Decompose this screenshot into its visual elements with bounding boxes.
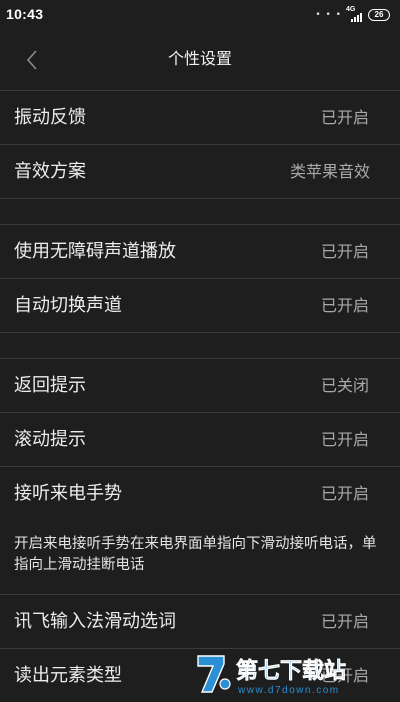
battery-icon: 26 [368, 9, 390, 21]
battery-level: 26 [374, 10, 384, 19]
setting-value: 类苹果音效 [289, 162, 370, 181]
status-time: 10:43 [6, 6, 44, 22]
setting-value: 已开启 [320, 242, 369, 261]
back-button[interactable] [16, 42, 52, 78]
setting-label: 自动切换声道 [14, 295, 122, 316]
gesture-description: 开启来电接听手势在来电界面单指向下滑动接听电话，单指向上滑动挂断电话 [14, 536, 377, 573]
setting-label: 使用无障碍声道播放 [14, 241, 176, 262]
chevron-left-icon [26, 50, 37, 70]
page-title: 个性设置 [167, 49, 232, 68]
setting-value: 已关闭 [320, 376, 369, 395]
setting-label: 滚动提示 [14, 429, 86, 450]
setting-auto-switch-channel[interactable]: 自动切换声道 已开启 [0, 278, 400, 332]
setting-value: 已开启 [320, 108, 369, 127]
setting-ime-swipe-select[interactable]: 讯飞输入法滑动选词 已开启 [0, 594, 400, 648]
setting-sound-scheme[interactable]: 音效方案 类苹果音效 [0, 144, 400, 198]
setting-label: 音效方案 [14, 161, 86, 182]
section-divider [0, 332, 400, 358]
setting-value: 已开启 [320, 612, 369, 631]
setting-label: 振动反馈 [14, 107, 86, 128]
setting-value: 已开启 [320, 484, 369, 503]
status-indicators: • • • 4G 26 [315, 6, 390, 22]
setting-label: 接听来电手势 [14, 483, 122, 504]
setting-value: 已开启 [320, 296, 369, 315]
network-type: 4G [346, 6, 356, 13]
status-bar: 10:43 • • • 4G 26 [0, 0, 400, 30]
setting-label: 返回提示 [14, 375, 86, 396]
setting-value: 已开启 [320, 430, 369, 449]
signal-icon: 4G [346, 6, 364, 22]
setting-value: 已开启 [320, 666, 369, 685]
setting-answer-call-gesture[interactable]: 接听来电手势 已开启 [0, 466, 400, 520]
setting-label: 读出元素类型 [14, 665, 122, 686]
setting-accessibility-channel[interactable]: 使用无障碍声道播放 已开启 [0, 224, 400, 278]
settings-list: 振动反馈 已开启 音效方案 类苹果音效 使用无障碍声道播放 已开启 自动切换声道… [0, 90, 400, 702]
title-bar: 个性设置 [0, 30, 400, 90]
setting-label: 讯飞输入法滑动选词 [14, 611, 176, 632]
setting-read-element-type[interactable]: 读出元素类型 已开启 [0, 648, 400, 702]
setting-vibration-feedback[interactable]: 振动反馈 已开启 [0, 90, 400, 144]
section-divider [0, 198, 400, 224]
setting-back-hint[interactable]: 返回提示 已关闭 [0, 358, 400, 412]
notification-dots: • • • [315, 10, 342, 20]
setting-scroll-hint[interactable]: 滚动提示 已开启 [0, 412, 400, 466]
